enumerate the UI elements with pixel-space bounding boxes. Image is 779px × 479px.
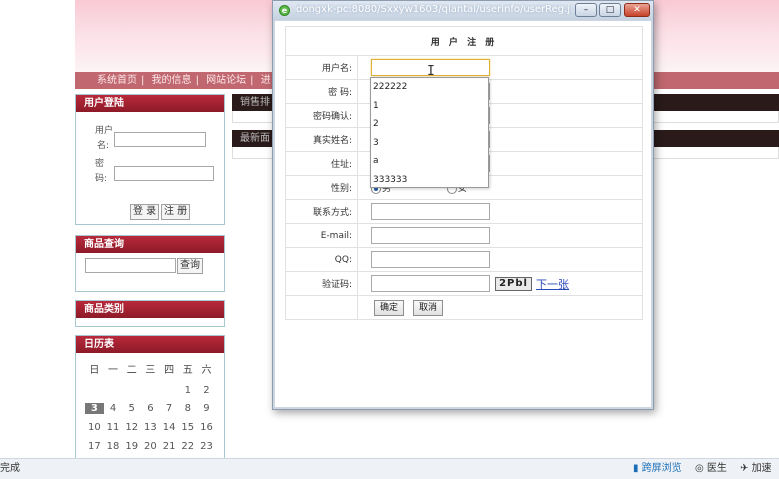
login-password-label: 密 码: [95,159,108,184]
doctor-item[interactable]: ◎ 医生 [695,459,727,479]
calendar-weekday-row: 日一二三四五六 [89,365,212,376]
popup-titlebar[interactable]: e dongxk-pc:8080/Sxxyw1603/qiantai/useri… [273,1,653,20]
calendar-day[interactable]: 23 [197,441,216,452]
address-label: 住址: [285,151,358,176]
calendar-day[interactable]: 12 [122,422,141,433]
gender-label: 性别: [285,175,358,200]
autocomplete-item[interactable]: 1 [371,97,488,116]
phone-label: 联系方式: [285,199,358,224]
calendar-day[interactable]: 5 [122,403,141,414]
calendar-day[interactable]: 7 [160,403,179,414]
product-category-panel: 商品类别 [75,300,225,327]
calendar-day[interactable]: 4 [104,403,123,414]
captcha-input[interactable] [371,275,490,292]
calendar-day[interactable]: 20 [141,441,160,452]
calendar-day[interactable]: 1 [178,385,197,396]
calendar-day[interactable]: 21 [160,441,179,452]
autocomplete-item[interactable]: 333333 [371,171,488,190]
calendar-week-row: 10 11 12 13 14 15 16 [85,422,216,433]
autocomplete-item[interactable]: 222222 [371,78,488,97]
captcha-label: 验证码: [285,271,358,296]
calendar-day[interactable]: 8 [178,403,197,414]
qq-label: QQ: [285,247,358,272]
email-input[interactable] [371,227,490,244]
confirm-button[interactable]: 确定 [374,299,405,316]
calendar-day[interactable]: 15 [178,422,197,433]
close-button[interactable]: ✕ [624,3,650,17]
nav-link-forum[interactable]: 网站论坛 [206,75,246,86]
minimize-button[interactable]: – [575,3,597,17]
real-name-label: 真实姓名: [285,127,358,152]
phone-input[interactable] [371,203,490,220]
autocomplete-item[interactable]: 3 [371,134,488,153]
nav-link-home[interactable]: 系统首页 [97,75,137,86]
password-label: 密 码: [285,79,358,104]
calendar-day[interactable]: 16 [197,422,216,433]
registration-popup-window: e dongxk-pc:8080/Sxxyw1603/qiantai/useri… [272,0,654,410]
qq-input[interactable] [371,251,490,268]
captcha-image: 2Pbl [495,276,532,291]
calendar-week-row: 12 [85,385,216,396]
calendar-day[interactable]: 22 [178,441,197,452]
login-password-input[interactable] [114,166,214,181]
calendar-day[interactable]: 11 [104,422,123,433]
popup-url-title: dongxk-pc:8080/Sxxyw1603/qiantai/userinf… [296,4,571,15]
calendar-day[interactable]: 2 [197,385,216,396]
accelerator-item[interactable]: ✈ 加速器 [740,459,779,479]
login-username-label: 用户 名: [95,126,114,151]
password-confirm-label: 密码确认: [285,103,358,128]
autocomplete-item[interactable]: 2 [371,115,488,134]
login-username-input[interactable] [114,132,206,147]
login-button[interactable]: 登 录 [130,204,160,220]
text-cursor-icon: I [427,64,435,79]
calendar-day[interactable]: 14 [160,422,179,433]
calendar-day[interactable]: 13 [141,422,160,433]
cross-screen-item[interactable]: ▮ 跨屏浏览 [633,459,682,479]
maximize-button[interactable]: □ [599,3,621,17]
product-search-title: 商品查询 [76,236,224,253]
username-label: 用户名: [285,55,358,80]
calendar-week-row: 3456789 [85,403,216,414]
calendar-day[interactable]: 9 [197,403,216,414]
nav-link-more[interactable]: 进 [261,75,271,86]
status-text: 完成 [0,463,20,474]
cancel-button[interactable]: 取消 [413,299,444,316]
calendar-day-today[interactable]: 3 [85,403,104,414]
ie-icon: e [279,5,290,16]
calendar-day[interactable]: 17 [85,441,104,452]
form-title: 用 户 注 册 [285,26,643,56]
calendar-title: 日历表 [76,336,224,353]
autocomplete-item[interactable]: a [371,152,488,171]
calendar-day[interactable]: 19 [122,441,141,452]
calendar-week-row: 17 18 19 20 21 22 23 [85,441,216,452]
calendar-day[interactable]: 10 [85,422,104,433]
nav-link-my-info[interactable]: 我的信息 [152,75,192,86]
product-category-title: 商品类别 [76,301,224,318]
username-autocomplete-list: 222222 1 2 3 a 333333 [370,77,489,188]
login-panel-title: 用户登陆 [76,95,224,112]
email-label: E-mail: [285,223,358,248]
next-captcha-link[interactable]: 下一张 [536,278,569,291]
register-button[interactable]: 注 册 [161,204,191,220]
product-search-input[interactable] [85,258,176,273]
calendar-day[interactable]: 6 [141,403,160,414]
calendar-day[interactable]: 18 [104,441,123,452]
product-search-button[interactable]: 查询 [177,258,203,274]
browser-status-bar: 完成 ▮ 跨屏浏览 ◎ 医生 ✈ 加速器 [0,458,779,479]
